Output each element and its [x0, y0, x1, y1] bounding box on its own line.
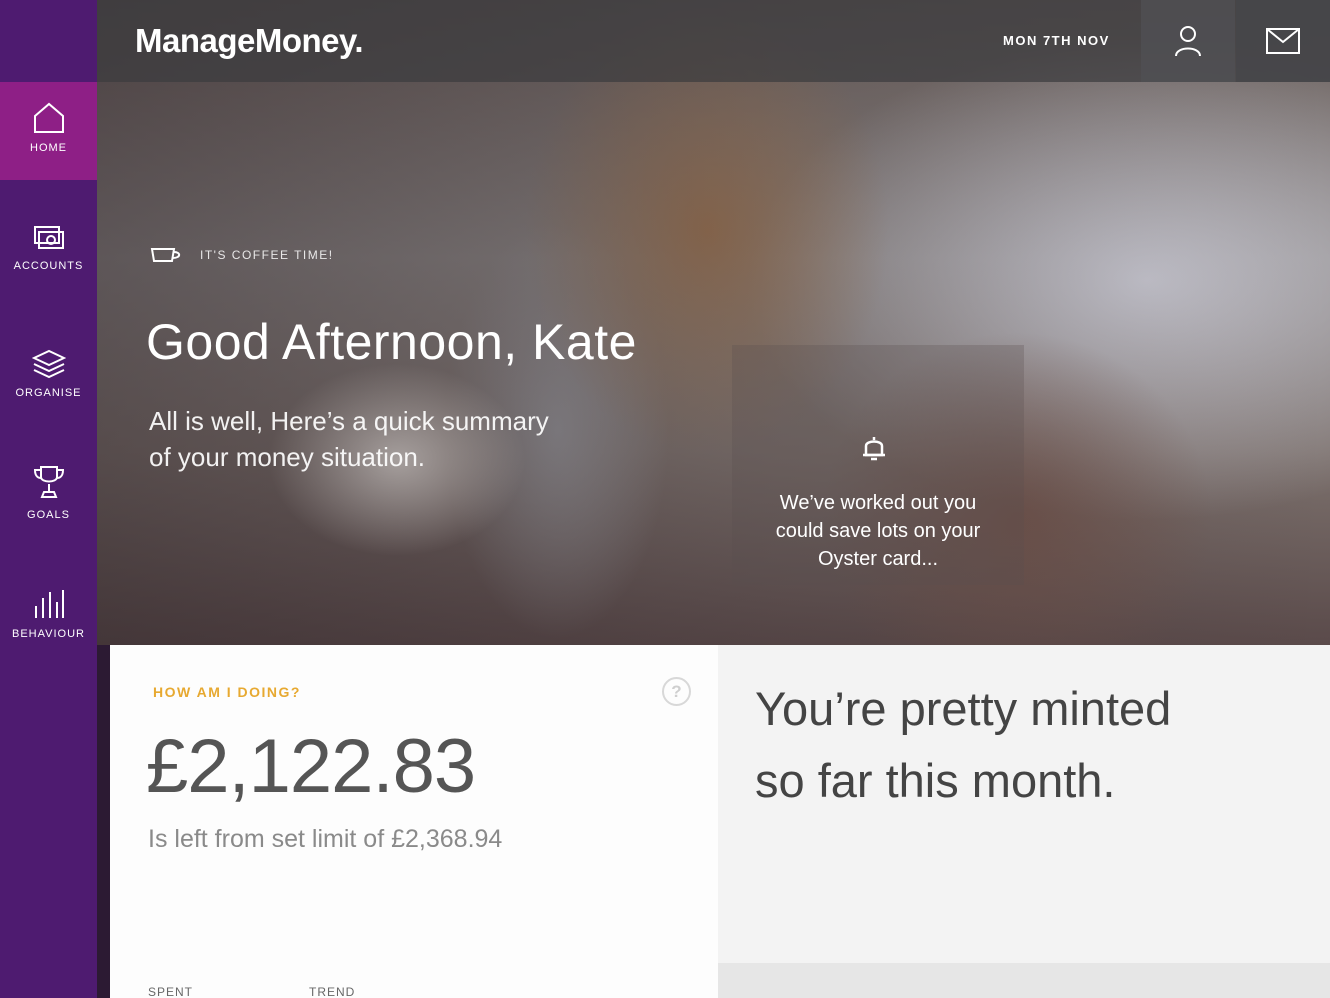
messages-button[interactable]: [1236, 0, 1330, 82]
top-bar: ManageMoney. MON 7TH NOV: [97, 0, 1330, 82]
spent-column-header: SPENT: [148, 985, 194, 998]
limit-text: Is left from set limit of £2,368.94: [148, 825, 503, 853]
bell-icon: [863, 437, 885, 461]
verdict-line: so far this month.: [755, 754, 1116, 807]
coffee-cup-icon: [150, 248, 181, 262]
balance-card-heading: HOW AM I DOING?: [153, 684, 301, 700]
verdict-card-footer: [718, 963, 1330, 998]
home-icon: [33, 102, 64, 133]
question-icon: ?: [671, 682, 682, 701]
summary-line: of your money situation.: [149, 442, 426, 472]
summary-line: All is well, Here’s a quick summary: [149, 406, 549, 436]
coffee-time-tag: IT'S COFFEE TIME!: [150, 246, 334, 264]
sidebar-item-accounts[interactable]: ACCOUNTS: [0, 224, 97, 272]
greeting-summary: All is well, Here’s a quick summary of y…: [149, 403, 619, 475]
notification-line: Oyster card...: [817, 548, 939, 570]
sidebar-item-label: HOME: [30, 142, 67, 154]
help-button[interactable]: ?: [662, 677, 691, 706]
user-icon: [1175, 26, 1201, 57]
remaining-amount: £2,122.83: [146, 724, 476, 809]
app-logo[interactable]: ManageMoney.: [135, 22, 364, 60]
layers-icon: [31, 349, 66, 379]
verdict-text: You’re pretty minted so far this month.: [755, 673, 1275, 817]
sidebar-item-goals[interactable]: GOALS: [0, 465, 97, 521]
profile-button[interactable]: [1141, 0, 1235, 82]
accounts-icon: [33, 226, 64, 249]
savings-notification-card[interactable]: We’ve worked out you could save lots on …: [732, 345, 1024, 585]
trophy-icon: [33, 466, 64, 498]
notification-line: We’ve worked out you: [779, 492, 977, 514]
mail-icon: [1266, 28, 1300, 54]
current-date: MON 7TH NOV: [1003, 33, 1110, 48]
sidebar-item-home[interactable]: HOME: [0, 82, 97, 180]
coffee-time-label: IT'S COFFEE TIME!: [200, 248, 334, 262]
sidebar-item-label: BEHAVIOUR: [12, 628, 85, 640]
sidebar-item-label: ACCOUNTS: [13, 260, 84, 272]
greeting-heading: Good Afternoon, Kate: [146, 314, 637, 370]
verdict-card: You’re pretty minted so far this month.: [718, 645, 1330, 998]
verdict-line: You’re pretty minted: [755, 682, 1172, 735]
sidebar-item-behaviour[interactable]: BEHAVIOUR: [0, 588, 97, 640]
notification-line: could save lots on your: [775, 520, 981, 542]
sidebar-item-label: GOALS: [27, 509, 70, 521]
bar-chart-icon: [34, 590, 64, 618]
sidebar-item-organise[interactable]: ORGANISE: [0, 349, 97, 399]
sidebar-item-label: ORGANISE: [15, 387, 82, 399]
sidebar-nav: HOME ACCOUNTS ORGANISE GOALS BEHAVIOUR: [0, 0, 97, 998]
notification-message: We’ve worked out you could save lots on …: [750, 489, 1006, 573]
trend-column-header: TREND: [309, 985, 356, 998]
balance-card: HOW AM I DOING? ? £2,122.83 Is left from…: [110, 645, 718, 998]
